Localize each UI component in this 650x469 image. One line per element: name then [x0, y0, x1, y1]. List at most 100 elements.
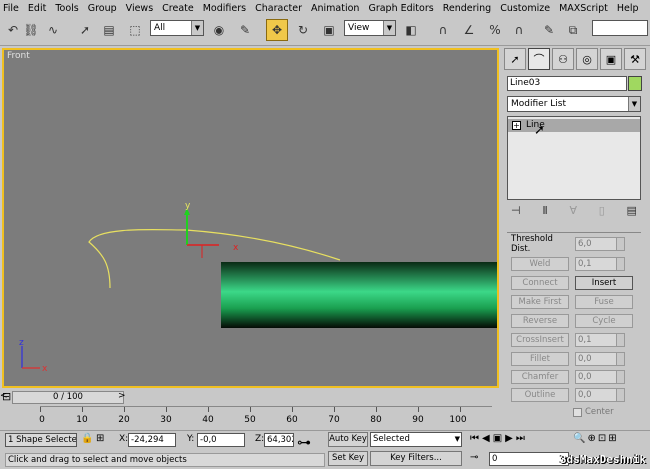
lock-selection-icon[interactable]: 🔒 [81, 433, 93, 444]
prompt-line: Click and drag to select and move object… [5, 453, 325, 467]
fuse-button[interactable]: Fuse [575, 295, 633, 309]
absolute-mode-icon[interactable]: ⊞ [96, 433, 104, 444]
current-frame-input[interactable]: 0 [489, 452, 569, 466]
time-slider[interactable]: 0 / 100 [12, 391, 124, 404]
tick [334, 407, 335, 412]
connect-button[interactable]: Connect [511, 276, 569, 290]
threshold-spinner[interactable]: 6,0 [575, 237, 625, 251]
rect-selection-icon[interactable]: ⬚ [124, 19, 146, 41]
menu-tools[interactable]: Tools [55, 3, 78, 14]
tick-label: 100 [449, 415, 467, 425]
select-by-name-icon[interactable]: ▤ [98, 19, 120, 41]
select-object-icon[interactable]: ➚ [74, 19, 96, 41]
menu-edit[interactable]: Edit [28, 3, 46, 14]
center-checkbox[interactable] [573, 407, 582, 417]
timeline-ruler[interactable]: 0 10 20 30 40 50 60 70 80 90 100 [39, 406, 492, 430]
key-set-dropdown[interactable]: Selected ▼ [370, 432, 462, 447]
menu-file[interactable]: File [3, 3, 19, 14]
modify-tab-icon[interactable]: ⌒ [528, 48, 550, 70]
show-end-result-icon[interactable]: Ⅱ [542, 204, 547, 220]
object-name-input[interactable]: Line03 [507, 76, 627, 91]
expand-plus-icon[interactable]: + [512, 121, 521, 130]
paint-selection-icon[interactable]: ✎ [234, 19, 256, 41]
reverse-button[interactable]: Reverse [511, 314, 569, 328]
chamfer-row: Chamfer 0,0 [511, 370, 625, 384]
threshold-row: Threshold Dist. 6,0 [511, 234, 625, 254]
front-viewport[interactable]: Front y x z x [2, 48, 499, 388]
weld-button[interactable]: Weld [511, 257, 569, 271]
corner-x-label: x [42, 364, 48, 374]
menu-group[interactable]: Group [88, 3, 117, 14]
chamfer-button[interactable]: Chamfer [511, 370, 569, 384]
auto-key-button[interactable]: Auto Key [328, 432, 368, 447]
remove-modifier-icon[interactable]: ▯ [599, 204, 605, 220]
pivot-center-icon[interactable]: ◧ [400, 19, 422, 41]
object-color-swatch[interactable] [628, 76, 642, 91]
key-mode-toggle-icon[interactable]: ⊸ [470, 452, 478, 463]
key-mode-icon[interactable]: ⊶ [297, 435, 311, 451]
ref-coord-dropdown[interactable]: View ▼ [344, 20, 396, 36]
angle-snap-icon[interactable]: ∠ [458, 19, 480, 41]
select-and-rotate-icon[interactable]: ↻ [292, 19, 314, 41]
crossinsert-button[interactable]: CrossInsert [511, 333, 569, 347]
tick-label: 60 [286, 415, 298, 425]
menu-character[interactable]: Character [255, 3, 302, 14]
menu-views[interactable]: Views [126, 3, 154, 14]
insert-button[interactable]: Insert [575, 276, 633, 290]
key-filters-button[interactable]: Key Filters... [370, 451, 462, 466]
modifier-list-dropdown[interactable]: Modifier List ▼ [507, 96, 641, 112]
mirror-icon[interactable]: ⧉ [562, 19, 584, 41]
hierarchy-tab-icon[interactable]: ⚇ [552, 48, 574, 70]
outline-spinner[interactable]: 0,0 [575, 388, 625, 402]
fillet-spinner[interactable]: 0,0 [575, 352, 625, 366]
viewport-nav-controls[interactable]: 🔍⊕⊡⊞ [573, 433, 619, 444]
percent-snap-icon[interactable]: % [484, 19, 506, 41]
menu-modifiers[interactable]: Modifiers [203, 3, 246, 14]
z-coord-input[interactable]: 64,302 [264, 433, 294, 447]
slider-next-icon[interactable]: > [118, 391, 126, 401]
motion-tab-icon[interactable]: ◎ [576, 48, 598, 70]
menu-animation[interactable]: Animation [311, 3, 359, 14]
spinner-snap-icon[interactable]: ∩ [508, 19, 530, 41]
select-region-icon[interactable]: ◉ [208, 19, 230, 41]
snap-toggle-icon[interactable]: ∩ [432, 19, 454, 41]
slider-prev-icon[interactable]: < [0, 391, 8, 401]
configure-sets-icon[interactable]: ▤ [627, 204, 637, 220]
tick [82, 407, 83, 412]
menu-customize[interactable]: Customize [500, 3, 550, 14]
menu-graph-editors[interactable]: Graph Editors [368, 3, 433, 14]
y-coord-input[interactable]: -0,0 [197, 433, 245, 447]
fillet-button[interactable]: Fillet [511, 352, 569, 366]
outline-button[interactable]: Outline [511, 388, 569, 402]
main-toolbar: ↶ ⛓ ∿ ➚ ▤ ⬚ All ▼ ◉ ✎ ✥ ↻ ▣ View ▼ ◧ ∩ ∠… [0, 16, 650, 46]
crossinsert-spinner[interactable]: 0,1 [575, 333, 625, 347]
utilities-tab-icon[interactable]: ⚒ [624, 48, 646, 70]
select-and-move-icon[interactable]: ✥ [266, 19, 288, 41]
menu-maxscript[interactable]: MAXScript [559, 3, 608, 14]
modifier-stack[interactable]: + Line ➚ [507, 116, 641, 200]
x-coord-input[interactable]: -24,294 [128, 433, 176, 447]
set-key-button[interactable]: Set Key [328, 451, 368, 466]
named-selection-icon[interactable]: ✎ [538, 19, 560, 41]
command-panel-tabs: ➚ ⌒ ⚇ ◎ ▣ ⚒ [502, 48, 650, 74]
menu-help[interactable]: Help [617, 3, 639, 14]
selection-filter-dropdown[interactable]: All ▼ [150, 20, 204, 36]
make-first-button[interactable]: Make First [511, 295, 569, 309]
green-cylinder[interactable] [221, 262, 497, 328]
make-unique-icon[interactable]: ∀ [569, 204, 577, 220]
menu-create[interactable]: Create [162, 3, 194, 14]
bind-space-warp-icon[interactable]: ∿ [42, 19, 64, 41]
cycle-button[interactable]: Cycle [575, 314, 633, 328]
chamfer-spinner[interactable]: 0,0 [575, 370, 625, 384]
stack-item-line[interactable]: + Line [508, 119, 640, 132]
pin-stack-icon[interactable]: ⊣ [511, 204, 521, 220]
create-tab-icon[interactable]: ➚ [504, 48, 526, 70]
menu-rendering[interactable]: Rendering [443, 3, 492, 14]
named-selection-field[interactable] [592, 20, 648, 36]
display-tab-icon[interactable]: ▣ [600, 48, 622, 70]
link-icon[interactable]: ⛓ [20, 19, 42, 41]
geometry-rollout: Threshold Dist. 6,0 Weld 0,1 Connect Ins… [507, 232, 641, 422]
weld-spinner[interactable]: 0,1 [575, 257, 625, 271]
select-and-scale-icon[interactable]: ▣ [318, 19, 340, 41]
playback-controls[interactable]: ⏮◀▣▶⏭ [470, 433, 528, 444]
